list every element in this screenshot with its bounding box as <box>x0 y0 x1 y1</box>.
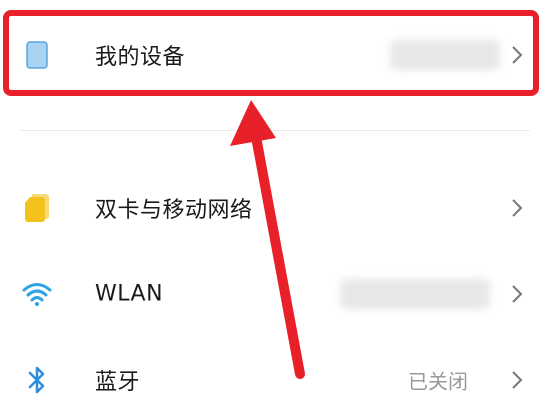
settings-item-label: 双卡与移动网络 <box>95 198 253 223</box>
settings-item-label: 我的设备 <box>95 45 186 70</box>
chevron-right-icon <box>512 285 523 303</box>
redacted-value <box>340 279 490 309</box>
settings-item-bluetooth[interactable]: 蓝牙 已关闭 <box>0 345 552 415</box>
chevron-right-icon <box>512 46 523 64</box>
settings-item-label: WLAN <box>95 281 164 307</box>
chevron-right-icon <box>512 199 523 217</box>
settings-item-value: 已关闭 <box>408 369 468 394</box>
chevron-right-icon <box>512 371 523 389</box>
device-icon <box>22 40 52 70</box>
wifi-icon <box>22 279 52 309</box>
settings-item-dual-sim[interactable]: 双卡与移动网络 <box>0 173 552 243</box>
redacted-value <box>390 40 500 70</box>
sim-card-icon <box>22 193 52 223</box>
settings-item-wlan[interactable]: WLAN <box>0 259 552 329</box>
section-divider <box>20 130 530 131</box>
settings-item-my-device[interactable]: 我的设备 <box>0 20 552 90</box>
settings-item-label: 蓝牙 <box>95 370 141 395</box>
bluetooth-icon <box>22 365 52 395</box>
